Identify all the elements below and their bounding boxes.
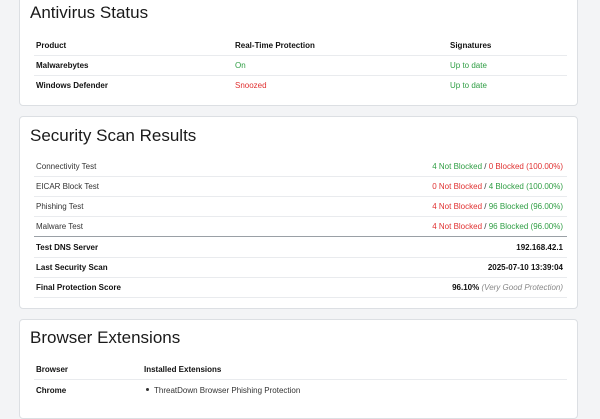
antivirus-status-title: Antivirus Status: [30, 3, 149, 22]
header-realtime-protection: Real-Time Protection: [235, 41, 315, 50]
blocked-count: 96 Blocked (96.00%): [488, 222, 563, 231]
final-score-value: 96.10%: [452, 283, 480, 292]
realtime-status: Snoozed: [235, 81, 267, 90]
final-score-row: Final Protection Score 96.10% (Very Good…: [34, 278, 567, 298]
extension-list-item: ThreatDown Browser Phishing Protection: [146, 381, 300, 401]
header-browser: Browser: [36, 365, 69, 374]
last-scan-row: Last Security Scan 2025-07-10 13:39:04: [34, 258, 567, 278]
test-result: 4 Not Blocked / 96 Blocked (96.00%): [432, 217, 563, 237]
header-product: Product: [36, 41, 67, 50]
final-score-note: (Very Good Protection): [481, 283, 563, 292]
signature-status: Up to date: [450, 81, 487, 90]
blocked-count: 96 Blocked (96.00%): [488, 202, 563, 211]
test-result: 4 Not Blocked / 96 Blocked (96.00%): [432, 197, 563, 217]
final-score-label: Final Protection Score: [36, 283, 121, 292]
header-installed-extensions: Installed Extensions: [144, 365, 222, 374]
result-separator: /: [484, 162, 487, 171]
antivirus-status-card: Antivirus Status Product Real-Time Prote…: [19, 0, 578, 106]
header-signatures: Signatures: [450, 41, 492, 50]
result-separator: /: [484, 182, 487, 191]
scan-test-row: EICAR Block Test 0 Not Blocked / 4 Block…: [34, 177, 567, 197]
result-separator: /: [484, 202, 487, 211]
test-name: Connectivity Test: [36, 162, 97, 171]
extension-name: ThreatDown Browser Phishing Protection: [154, 386, 301, 395]
test-result: 0 Not Blocked / 4 Blocked (100.00%): [432, 177, 563, 197]
security-scan-title: Security Scan Results: [30, 126, 197, 145]
dns-server-value: 192.168.42.1: [516, 243, 563, 252]
dns-server-label: Test DNS Server: [36, 243, 99, 252]
bullet-icon: [146, 388, 149, 392]
not-blocked-count: 4 Not Blocked: [432, 202, 483, 211]
browser-extensions-card: Browser Extensions Browser Installed Ext…: [19, 319, 578, 419]
extensions-table-header: Browser Installed Extensions: [34, 360, 567, 380]
realtime-status: On: [235, 61, 246, 70]
test-result: 4 Not Blocked / 0 Blocked (100.00%): [432, 157, 563, 177]
browser-name: Chrome: [36, 386, 67, 395]
not-blocked-count: 0 Not Blocked: [432, 182, 483, 191]
table-row: Chrome ThreatDown Browser Phishing Prote…: [34, 381, 567, 401]
dns-server-row: Test DNS Server 192.168.42.1: [34, 238, 567, 258]
not-blocked-count: 4 Not Blocked: [432, 222, 483, 231]
blocked-count: 4 Blocked (100.00%): [488, 182, 563, 191]
test-name: EICAR Block Test: [36, 182, 99, 191]
test-name: Phishing Test: [36, 202, 84, 211]
security-scan-card: Security Scan Results Connectivity Test …: [19, 116, 578, 309]
last-scan-label: Last Security Scan: [36, 263, 108, 272]
result-separator: /: [484, 222, 487, 231]
scan-test-row: Malware Test 4 Not Blocked / 96 Blocked …: [34, 217, 567, 237]
scan-test-row: Connectivity Test 4 Not Blocked / 0 Bloc…: [34, 157, 567, 177]
table-row: Windows Defender Snoozed Up to date: [34, 76, 567, 96]
product-name: Windows Defender: [36, 81, 108, 90]
last-scan-value: 2025-07-10 13:39:04: [487, 263, 563, 272]
blocked-count: 0 Blocked (100.00%): [488, 162, 563, 171]
antivirus-table-header: Product Real-Time Protection Signatures: [34, 36, 567, 56]
signature-status: Up to date: [450, 61, 487, 70]
browser-extensions-title: Browser Extensions: [30, 328, 181, 347]
scan-test-row: Phishing Test 4 Not Blocked / 96 Blocked…: [34, 197, 567, 217]
table-row: Malwarebytes On Up to date: [34, 56, 567, 76]
test-name: Malware Test: [36, 222, 83, 231]
final-score: 96.10% (Very Good Protection): [452, 278, 563, 298]
product-name: Malwarebytes: [36, 61, 89, 70]
not-blocked-count: 4 Not Blocked: [432, 162, 483, 171]
